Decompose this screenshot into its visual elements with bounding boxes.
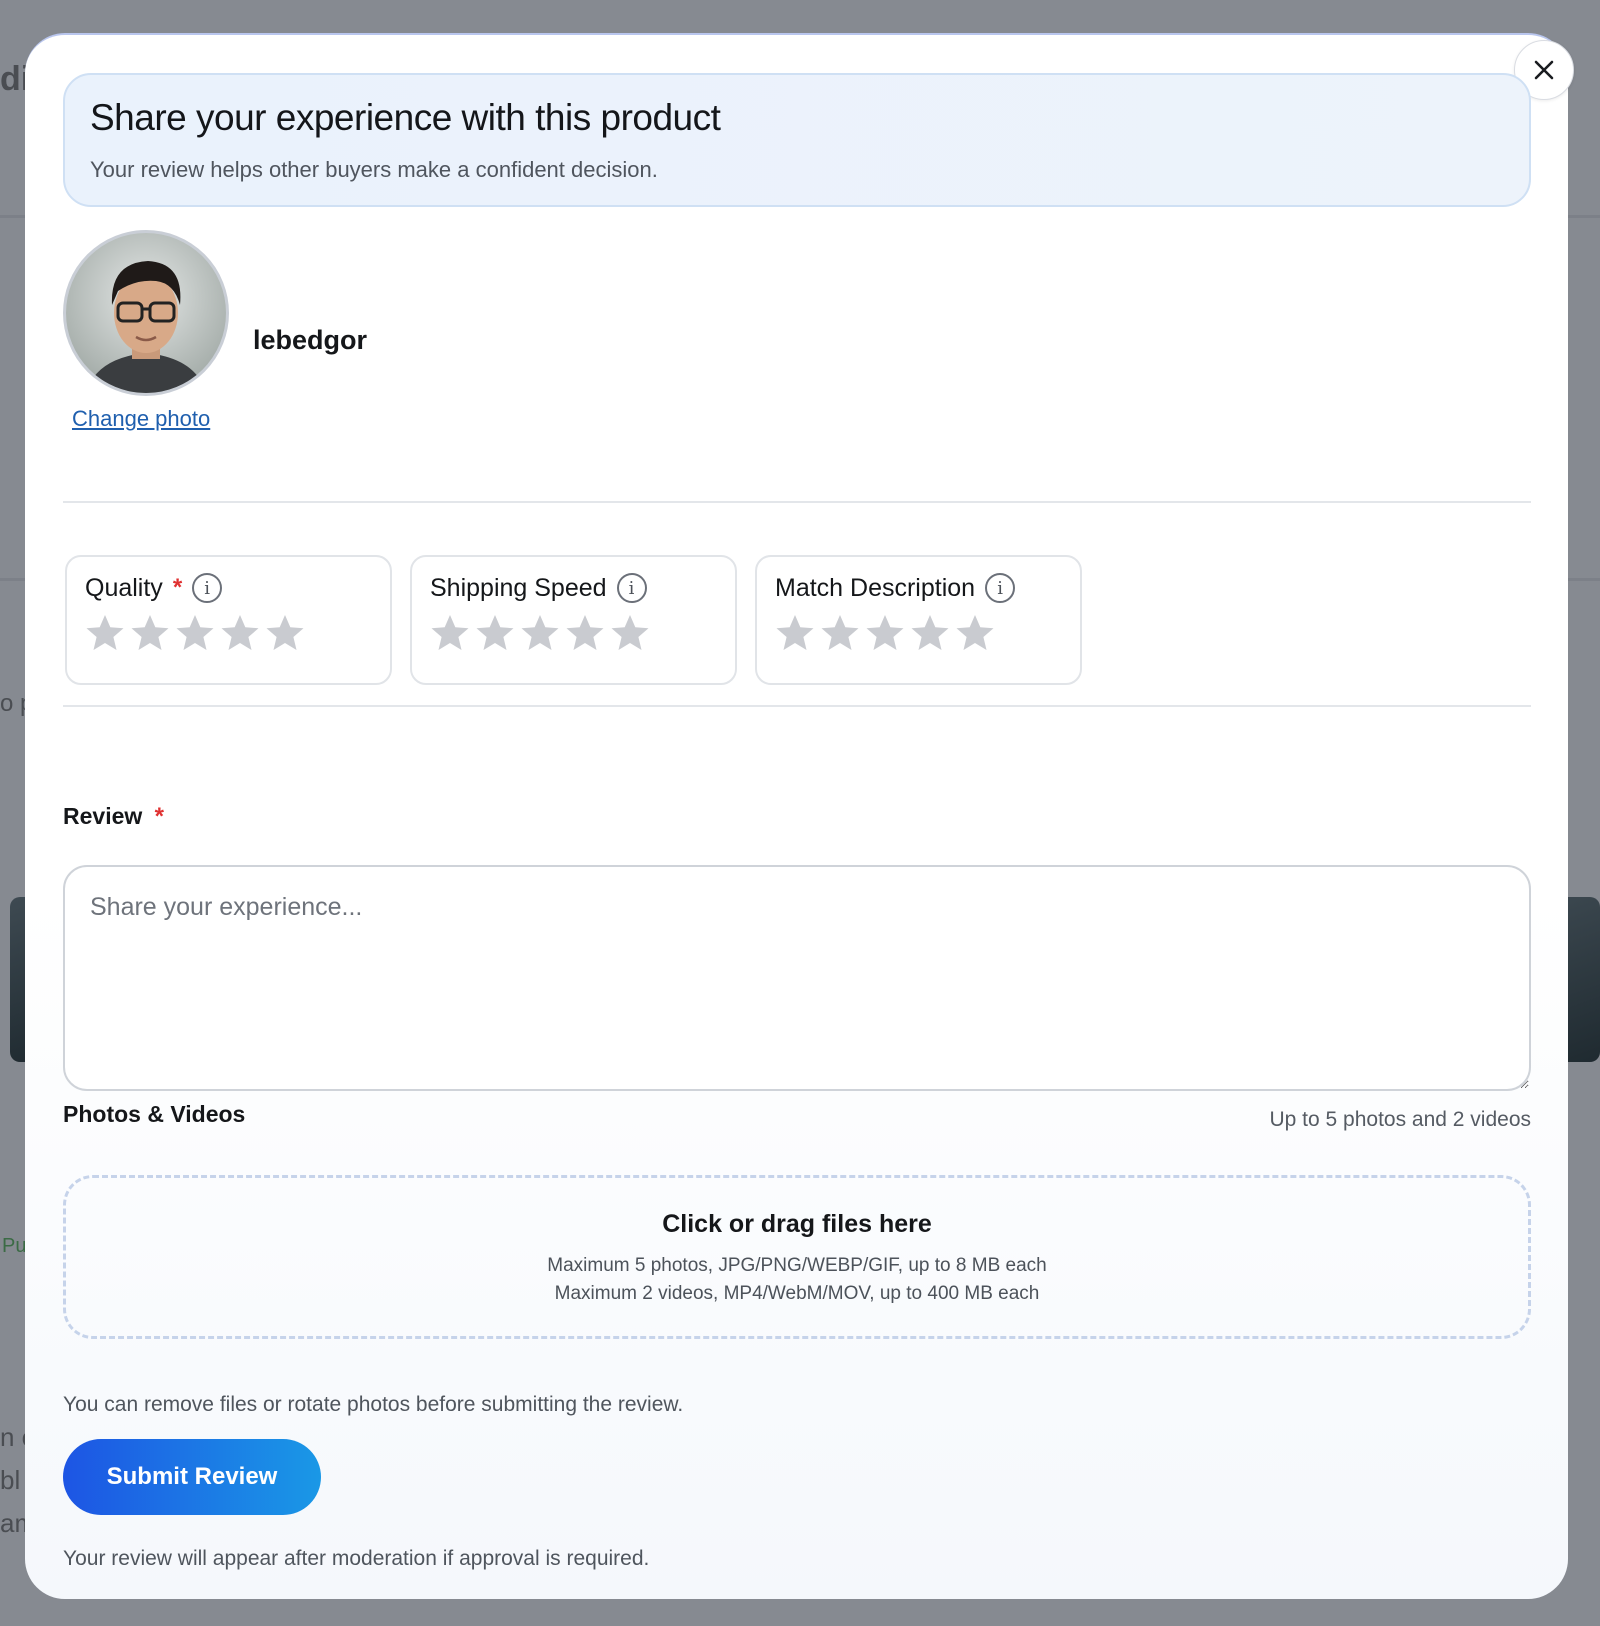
star-icon[interactable] <box>955 613 995 653</box>
background-text: bl <box>0 1465 21 1495</box>
moderation-note: Your review will appear after moderation… <box>63 1547 650 1570</box>
info-icon[interactable]: i <box>192 573 223 603</box>
star-rating <box>775 613 1062 653</box>
avatar[interactable] <box>63 230 229 396</box>
divider <box>63 705 1531 707</box>
review-label-text: Review <box>63 803 143 829</box>
divider <box>63 501 1531 503</box>
change-photo-link[interactable]: Change photo <box>72 406 210 432</box>
username: lebedgor <box>253 325 368 355</box>
star-icon[interactable] <box>865 613 905 653</box>
star-icon[interactable] <box>475 613 515 653</box>
required-marker: * <box>154 803 164 830</box>
star-rating <box>430 613 717 653</box>
rating-label: Shipping Speed <box>430 573 607 602</box>
background-text: Pu <box>2 1235 27 1257</box>
star-icon[interactable] <box>610 613 650 653</box>
star-icon[interactable] <box>220 613 260 653</box>
star-icon[interactable] <box>520 613 560 653</box>
user-photo <box>66 233 226 393</box>
rating-card-quality: Quality * i <box>65 555 392 685</box>
modal-header: Share your experience with this product … <box>63 73 1531 207</box>
modal-subtitle: Your review helps other buyers make a co… <box>90 157 658 182</box>
star-icon[interactable] <box>130 613 170 653</box>
star-rating <box>85 613 372 653</box>
media-limit-text: Up to 5 photos and 2 videos <box>1269 1108 1531 1131</box>
star-icon[interactable] <box>175 613 215 653</box>
review-modal: Share your experience with this product … <box>25 33 1574 1599</box>
star-icon[interactable] <box>565 613 605 653</box>
info-icon[interactable]: i <box>985 573 1016 603</box>
review-textarea[interactable] <box>63 865 1531 1091</box>
rating-card-shipping-speed: Shipping Speed i <box>410 555 737 685</box>
star-icon[interactable] <box>85 613 125 653</box>
dropzone-photo-limits: Maximum 5 photos, JPG/PNG/WEBP/GIF, up t… <box>547 1254 1047 1276</box>
submit-review-button[interactable]: Submit Review <box>63 1439 321 1515</box>
star-icon[interactable] <box>265 613 305 653</box>
rating-label: Quality <box>85 573 163 602</box>
info-icon[interactable]: i <box>616 573 647 603</box>
file-dropzone[interactable]: Click or drag files here Maximum 5 photo… <box>63 1175 1531 1339</box>
rating-card-match-description: Match Description i <box>755 555 1082 685</box>
star-icon[interactable] <box>910 613 950 653</box>
required-marker: * <box>172 574 183 601</box>
dropzone-video-limits: Maximum 2 videos, MP4/WebM/MOV, up to 40… <box>554 1282 1040 1304</box>
files-note: You can remove files or rotate photos be… <box>63 1393 684 1416</box>
close-icon <box>1534 60 1554 80</box>
star-icon[interactable] <box>775 613 815 653</box>
modal-title: Share your experience with this product <box>90 97 721 138</box>
dropzone-title: Click or drag files here <box>662 1209 932 1238</box>
photos-videos-label: Photos & Videos <box>63 1101 246 1127</box>
review-label: Review * <box>63 803 164 831</box>
rating-label: Match Description <box>775 573 976 602</box>
star-icon[interactable] <box>430 613 470 653</box>
star-icon[interactable] <box>820 613 860 653</box>
